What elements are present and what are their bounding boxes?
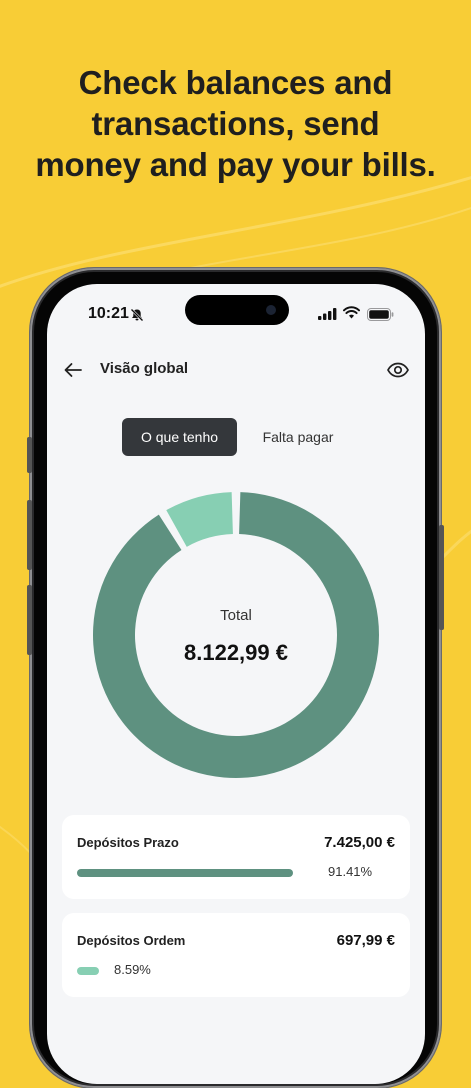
cellular-signal-icon	[318, 308, 337, 320]
page-title: Visão global	[100, 360, 189, 377]
account-amount: 697,99 €	[336, 932, 395, 949]
account-percent: 8.59%	[114, 962, 151, 977]
top-bar: Visão global	[47, 352, 425, 388]
account-amount: 7.425,00 €	[324, 834, 395, 851]
wifi-icon	[343, 306, 360, 319]
phone-button-power	[439, 525, 444, 630]
account-percent: 91.41%	[328, 864, 373, 879]
promo-headline: Check balances and transactions, send mo…	[0, 62, 471, 185]
headline-line-2: transactions, send	[91, 105, 380, 142]
account-share-bar	[77, 869, 293, 877]
phone-button-silent	[27, 437, 32, 473]
status-time: 10:21	[88, 305, 129, 322]
account-card-depositos-ordem[interactable]: Depósitos Ordem 697,99 € 8.59%	[62, 913, 410, 997]
status-bar: 10:21	[47, 284, 425, 344]
tab-falta-pagar[interactable]: Falta pagar	[248, 418, 348, 456]
chart-center-value: 8.122,99 €	[184, 640, 288, 665]
arrow-left-icon[interactable]	[61, 358, 85, 382]
chart-center-label: Total	[220, 607, 252, 624]
phone-button-volume-down	[27, 585, 32, 655]
dynamic-island	[185, 295, 289, 325]
phone-screen: 10:21 Visão global O que tenho Falta pag…	[47, 284, 425, 1084]
donut-slice-dep-sitos-ordem	[166, 492, 233, 547]
battery-icon	[367, 308, 394, 321]
eye-icon[interactable]	[386, 358, 410, 382]
phone-button-volume-up	[27, 500, 32, 570]
front-camera-icon	[266, 305, 276, 315]
account-name: Depósitos Prazo	[77, 835, 179, 850]
tab-o-que-tenho[interactable]: O que tenho	[122, 418, 237, 456]
headline-line-3: money and pay your bills.	[35, 146, 436, 183]
bell-slash-icon	[130, 308, 144, 322]
account-name: Depósitos Ordem	[77, 933, 186, 948]
account-share-bar	[77, 967, 99, 975]
donut-chart: Total 8.122,99 €	[92, 492, 380, 778]
headline-line-1: Check balances and	[78, 64, 393, 101]
donut-slice-dep-sitos-prazo	[92, 492, 380, 778]
account-card-depositos-prazo[interactable]: Depósitos Prazo 7.425,00 € 91.41%	[62, 815, 410, 899]
